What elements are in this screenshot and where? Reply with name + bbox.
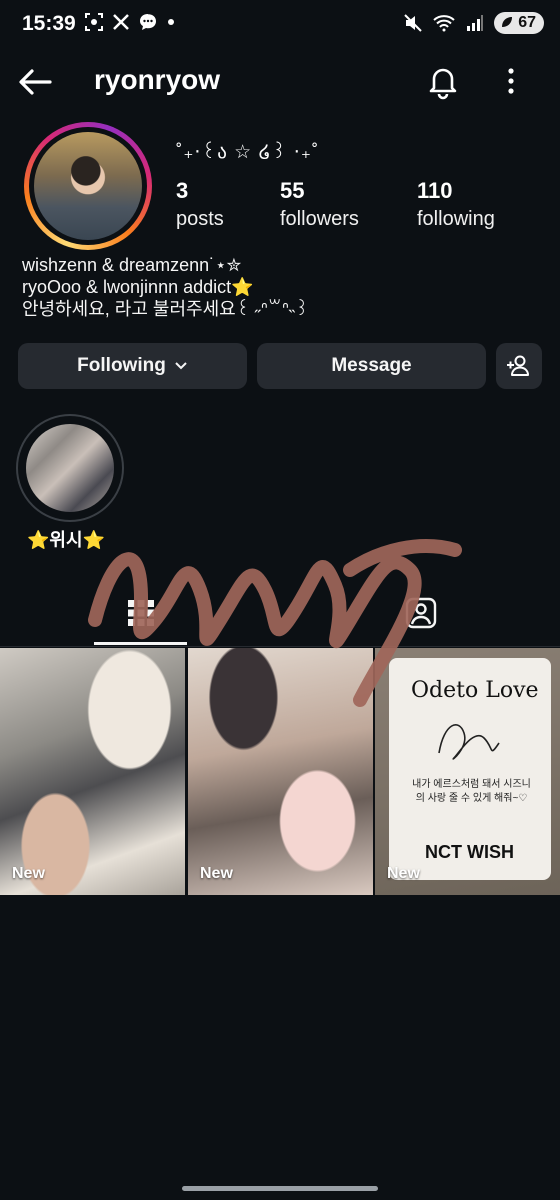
new-badge: New xyxy=(387,865,420,882)
bio-line: wishzenn & dreamzenn˙⋆✮ xyxy=(22,255,242,275)
stat-posts[interactable]: 3 posts xyxy=(176,178,224,231)
post-thumbnail[interactable]: New xyxy=(188,648,373,895)
message-button[interactable]: Message xyxy=(257,343,486,389)
profile-header: ryonryow xyxy=(0,52,560,110)
following-button[interactable]: Following xyxy=(18,343,247,389)
new-badge: New xyxy=(200,865,233,882)
more-options-button[interactable] xyxy=(496,62,526,100)
mute-icon xyxy=(404,14,422,32)
post-thumbnail[interactable]: New xyxy=(0,648,185,895)
status-bar: 15:39 67 xyxy=(0,0,560,52)
suggested-users-button[interactable] xyxy=(496,343,542,389)
avatar-photo xyxy=(34,132,142,240)
bio-line: 안녕하세요, 라고 불러주세요꒰ ˶ᐢ꒳ᐢ˵꒱ xyxy=(22,299,309,319)
stat-followers[interactable]: 55 followers xyxy=(280,178,359,231)
tab-posts-grid[interactable] xyxy=(94,580,187,646)
screenshot-icon xyxy=(85,13,103,31)
notifications-button[interactable] xyxy=(424,62,462,100)
add-user-icon xyxy=(507,355,529,376)
active-tab-indicator xyxy=(94,642,187,645)
photocard-message: 내가 에르스처럼 돼서 시즈니의 사랑 줄 수 있게 해줘~♡ xyxy=(412,779,531,804)
grid-icon xyxy=(127,600,154,626)
notification-dot-icon xyxy=(168,19,174,25)
message-button-label: Message xyxy=(331,355,412,376)
status-time: 15:39 xyxy=(22,12,76,35)
messages-icon xyxy=(140,14,156,30)
photocard-brand: NCT WISH xyxy=(425,842,514,862)
profile-bio: wishzenn & dreamzenn˙⋆✮ ryoOoo & lwonjin… xyxy=(22,254,542,320)
stat-followers-label: followers xyxy=(280,208,359,230)
back-arrow-icon xyxy=(19,69,52,95)
stat-following-count: 110 xyxy=(417,178,453,203)
photocard-title: Odeto Love xyxy=(411,678,539,703)
page-title-username: ryonryow xyxy=(94,64,221,95)
x-app-icon xyxy=(113,14,129,30)
more-vertical-icon xyxy=(508,68,514,94)
stat-following-label: following xyxy=(417,208,495,230)
stat-following[interactable]: 110 following xyxy=(417,178,495,231)
wifi-icon xyxy=(433,15,455,32)
bio-line: ryoOoo & lwonjinnn addict⭐ xyxy=(22,277,254,297)
post-thumbnail[interactable]: Odeto Love 내가 에르스처럼 돼서 시즈니의 사랑 줄 수 있게 해줘… xyxy=(375,648,560,895)
tab-tagged[interactable] xyxy=(374,580,467,646)
tagged-user-icon xyxy=(405,597,436,629)
highlight-cover xyxy=(16,414,124,522)
stat-posts-count: 3 xyxy=(176,178,189,203)
highlight-label: ⭐위시⭐ xyxy=(27,530,105,550)
chevron-down-icon xyxy=(175,362,187,370)
autograph-signature xyxy=(438,724,500,760)
posts-grid: New New Odeto Love 내가 에르스처럼 돼서 시즈니의 사랑 줄… xyxy=(0,648,560,895)
new-badge: New xyxy=(12,865,45,882)
signal-icon xyxy=(467,15,484,31)
display-name: ˚₊‧꒰ა ☆ ໒꒱ ‧₊˚ xyxy=(176,142,320,163)
profile-avatar[interactable] xyxy=(24,122,152,250)
stat-posts-label: posts xyxy=(176,208,224,230)
leaf-icon xyxy=(502,17,513,27)
battery-indicator: 67 xyxy=(494,12,544,34)
photocard: Odeto Love 내가 에르스처럼 돼서 시즈니의 사랑 줄 수 있게 해줘… xyxy=(389,658,551,880)
home-indicator[interactable] xyxy=(182,1186,378,1191)
story-highlight[interactable]: ⭐위시⭐ xyxy=(16,414,126,552)
stat-followers-count: 55 xyxy=(280,178,305,203)
bell-icon xyxy=(429,68,457,100)
following-button-label: Following xyxy=(77,355,166,376)
highlight-photo xyxy=(26,424,114,512)
battery-level: 67 xyxy=(518,14,536,31)
back-button[interactable] xyxy=(16,62,56,102)
profile-tabs xyxy=(0,580,560,647)
